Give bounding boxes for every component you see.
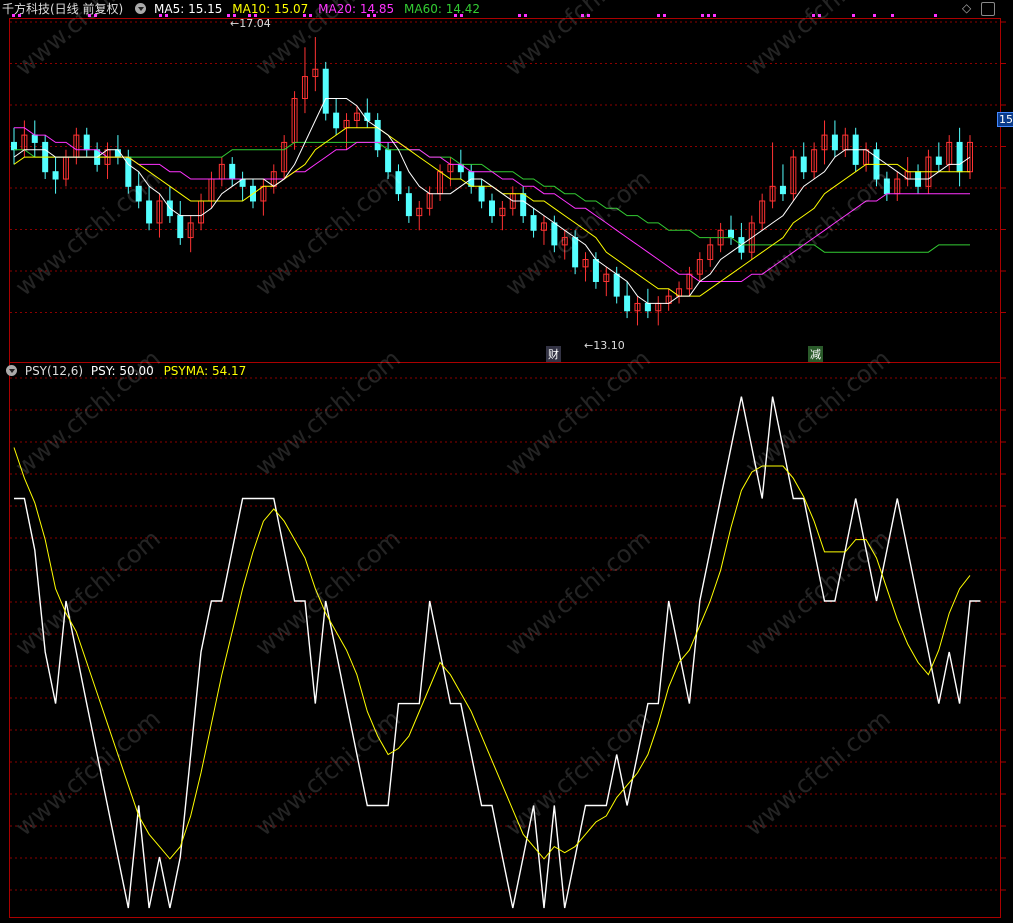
diamond-icon[interactable]: ◇	[962, 1, 971, 15]
high-price-label: ←17.04	[230, 17, 271, 30]
candle-body	[405, 193, 412, 217]
main-title: 千方科技(日线 前复权)	[2, 2, 124, 16]
candle-body	[728, 229, 734, 239]
event-dot	[873, 14, 876, 17]
event-dot	[707, 14, 710, 17]
event-dot	[524, 14, 527, 17]
ma60-label: MA60: 14.42	[404, 2, 481, 16]
candle-body	[478, 185, 485, 202]
candle-body	[935, 156, 942, 165]
candle-body	[11, 141, 17, 151]
event-marker-finance[interactable]: 财	[546, 346, 561, 362]
candle-body	[83, 134, 90, 151]
sub-panel-header: PSY(12,6) PSY: 50.00 PSYMA: 54.17	[0, 362, 252, 380]
psy-line	[14, 396, 981, 909]
event-dot	[852, 14, 855, 17]
candle-body	[31, 134, 38, 143]
candle-body	[364, 112, 371, 121]
current-price-tag: 15.	[997, 112, 1013, 127]
low-price-label: ←13.10	[584, 339, 625, 352]
candle-body	[624, 295, 631, 312]
dropdown-icon[interactable]	[135, 3, 147, 14]
candle-body	[779, 185, 786, 195]
window-button[interactable]	[981, 2, 995, 16]
event-dot	[818, 14, 821, 17]
candle-body	[114, 149, 121, 158]
event-dot	[663, 14, 666, 17]
candle-body	[395, 171, 402, 195]
candle-body	[644, 302, 651, 312]
candle-body	[530, 215, 537, 231]
event-dot	[701, 14, 704, 17]
candle-body	[551, 222, 558, 246]
candle-body	[177, 215, 184, 239]
event-dot	[587, 14, 590, 17]
candle-body	[800, 156, 807, 173]
candle-body	[333, 112, 340, 129]
candle-body	[613, 273, 620, 297]
event-dot	[934, 14, 937, 17]
event-dot	[891, 14, 894, 17]
candle-body	[146, 200, 153, 224]
main-panel-frame	[9, 18, 1001, 363]
psy-label: PSY: 50.00	[90, 364, 154, 378]
candle-body	[572, 237, 579, 268]
psy-title: PSY(12,6)	[24, 364, 84, 378]
candle-body	[385, 149, 392, 173]
candle-body	[489, 200, 495, 217]
candle-body	[374, 119, 381, 151]
event-dot	[581, 14, 584, 17]
ma20-label: MA20: 14.85	[318, 2, 395, 16]
candle-body	[229, 163, 236, 180]
ma5-label: MA5: 15.15	[154, 2, 223, 16]
event-marker-reduce[interactable]: 减	[808, 346, 823, 362]
event-dot	[812, 14, 815, 17]
psyma-line	[13, 447, 971, 860]
candle-body	[52, 171, 59, 180]
ma10-label: MA10: 15.07	[232, 2, 309, 16]
event-dot	[518, 14, 521, 17]
main-panel-header: 千方科技(日线 前复权) MA5: 15.15 MA10: 15.07 MA20…	[0, 0, 486, 18]
candle-body	[883, 178, 890, 195]
candle-body	[520, 193, 527, 217]
stock-chart	[9, 14, 1006, 918]
sub-panel-frame	[9, 362, 1001, 918]
candle-body	[831, 134, 838, 151]
candle-body	[956, 141, 963, 173]
dropdown-icon[interactable]	[6, 365, 17, 376]
candle-body	[322, 68, 329, 114]
event-dot	[657, 14, 660, 17]
psyma-label: PSYMA: 54.17	[163, 364, 247, 378]
candle-body	[135, 185, 142, 202]
candle-body	[592, 259, 599, 282]
event-dot	[713, 14, 716, 17]
